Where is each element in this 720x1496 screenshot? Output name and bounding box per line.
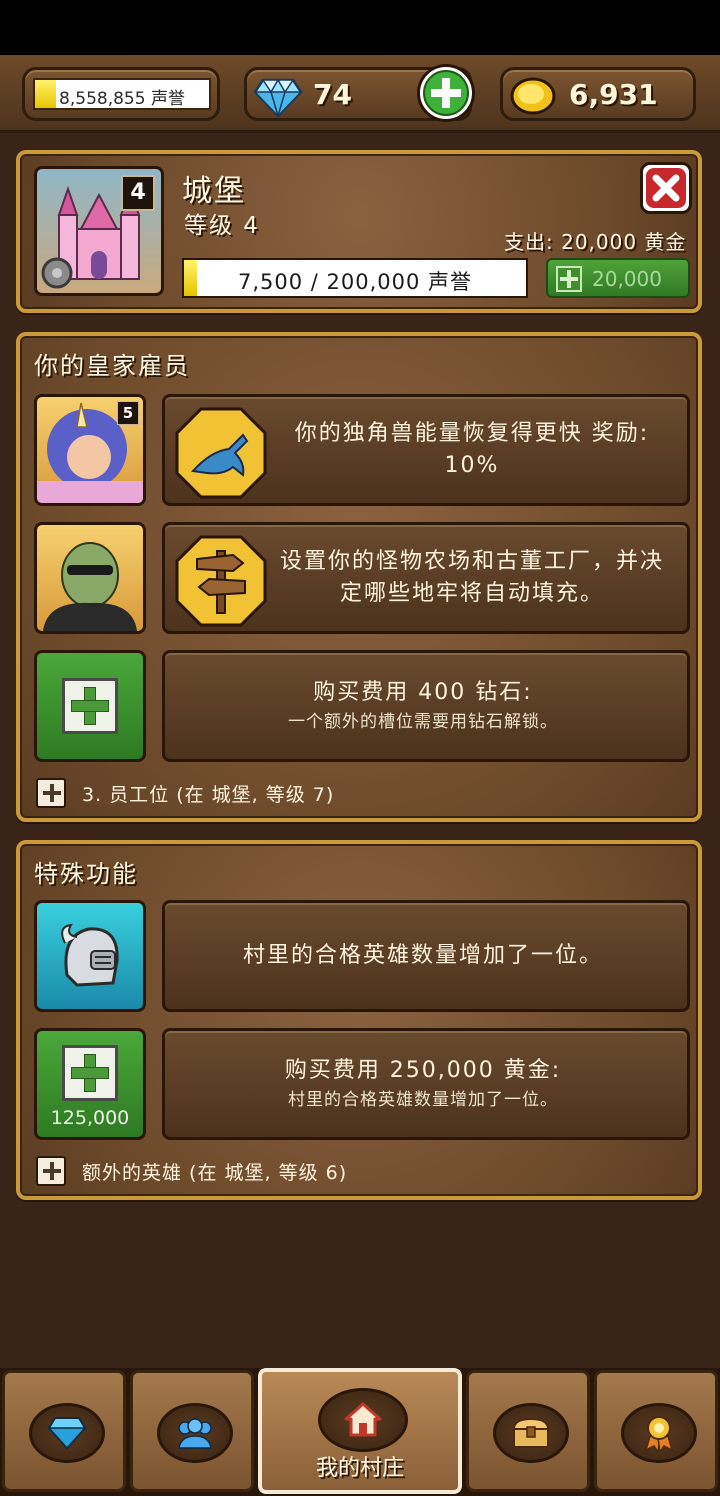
buy-slot-text: 购买费用 400 钻石: 一个额外的槽位需要用钻石解锁。 (177, 653, 669, 759)
plus-icon (62, 678, 118, 734)
section-title: 你的皇家雇员 (34, 352, 190, 380)
status-bar (0, 0, 720, 55)
gem-counter: 74 (244, 64, 475, 122)
nav-disc (621, 1403, 697, 1463)
nav-disc (493, 1403, 569, 1463)
hero-slot-price: 125,000 (50, 1107, 130, 1129)
section-title: 特殊功能 (34, 860, 138, 888)
home-icon (344, 1402, 382, 1437)
upgrade-button[interactable]: 20,000 (546, 258, 690, 298)
royal-staff-panel: 你的皇家雇员 5 你的独角兽能量恢复得更快 奖励: 10% 设置你的怪物农场和古… (16, 332, 702, 822)
knight-helmet-icon (61, 923, 119, 987)
nav-treasure[interactable] (466, 1370, 590, 1492)
nav-disc (318, 1388, 408, 1452)
reputation-progress-bar: 7,500 / 200,000 声誉 (182, 258, 528, 298)
castle-level-badge: 4 (121, 175, 155, 211)
buy-hero-subtitle: 村里的合格英雄数量增加了一位。 (288, 1090, 558, 1110)
buy-hero-text: 购买费用 250,000 黄金: 村里的合格英雄数量增加了一位。 (177, 1031, 669, 1137)
building-level: 等级 4 (184, 213, 260, 239)
perk-card-automation: 设置你的怪物农场和古董工厂，并决定哪些地牢将自动填充。 (162, 522, 690, 634)
plus-icon (556, 266, 582, 292)
buy-hero-title: 购买费用 250,000 黄金: (284, 1058, 562, 1083)
add-staff-slot-button[interactable] (34, 650, 146, 762)
staff-slot-info-text: 3. 员工位 (在 城堡, 等级 7) (82, 783, 335, 806)
gold-counter: 6,931 (500, 67, 696, 121)
staff-portrait-orc[interactable] (34, 522, 146, 634)
diamond-icon (253, 78, 303, 118)
gem-shop-icon (47, 1417, 87, 1450)
plus-icon (423, 70, 469, 116)
upgrade-price: 20,000 (592, 267, 662, 291)
staff-portrait-unicorn-girl[interactable]: 5 (34, 394, 146, 506)
nav-achievements[interactable] (594, 1370, 718, 1492)
reputation-value: 8,558,855 声誉 (59, 89, 185, 109)
buy-staff-slot-card[interactable]: 购买费用 400 钻石: 一个额外的槽位需要用钻石解锁。 (162, 650, 690, 762)
resource-bar: 8,558,855 声誉 74 6,931 (0, 55, 720, 133)
staff-portrait (43, 542, 137, 631)
buy-slot-title: 购买费用 400 钻石: (313, 680, 533, 705)
close-button[interactable] (640, 162, 692, 214)
special-functions-panel: 特殊功能 村里的合格英雄数量增加了一位。 125,000 购买费用 250,00… (16, 840, 702, 1200)
reputation-progress-text: 7,500 / 200,000 声誉 (237, 270, 473, 294)
perk-description: 你的独角兽能量恢复得更快 奖励: 10% (294, 421, 650, 478)
staff-slot-info[interactable]: 3. 员工位 (在 城堡, 等级 7) (36, 778, 334, 808)
buy-slot-subtitle: 一个额外的槽位需要用钻石解锁。 (288, 712, 558, 732)
castle-image: 4 (34, 166, 164, 296)
hero-slot-image (34, 900, 146, 1012)
hero-slot-card: 村里的合格英雄数量增加了一位。 (162, 900, 690, 1012)
gold-count: 6,931 (569, 78, 658, 111)
close-icon (646, 168, 686, 208)
expand-icon (36, 778, 66, 808)
perk-description: 设置你的怪物农场和古董工厂，并决定哪些地牢将自动填充。 (279, 549, 664, 606)
building-name: 城堡 (182, 174, 246, 209)
hero-slot-description: 村里的合格英雄数量增加了一位。 (242, 943, 603, 968)
upgrade-cost: 支出: 20,000 黄金 (504, 230, 687, 254)
unicorn-icon (175, 407, 267, 499)
extra-hero-info-text: 额外的英雄 (在 城堡, 等级 6) (82, 1161, 348, 1184)
nav-disc (157, 1403, 233, 1463)
perk-card-unicorn: 你的独角兽能量恢复得更快 奖励: 10% (162, 394, 690, 506)
extra-hero-info[interactable]: 额外的英雄 (在 城堡, 等级 6) (36, 1156, 347, 1186)
nav-shop[interactable] (2, 1370, 126, 1492)
nav-heroes[interactable] (130, 1370, 254, 1492)
gold-coin-icon (510, 77, 556, 115)
castle-panel: 4 城堡 等级 4 支出: 20,000 黄金 7,500 / 200,000 … (16, 150, 702, 313)
nav-my-village-label: 我的村庄 (315, 1456, 404, 1481)
bottom-navigation: 我的村庄 (0, 1368, 720, 1496)
signpost-icon (175, 535, 267, 627)
treasure-chest-icon (512, 1417, 550, 1448)
reputation-box: 8,558,855 声誉 (33, 78, 211, 110)
plus-icon (62, 1045, 118, 1101)
buy-hero-slot-button[interactable]: 125,000 (34, 1028, 146, 1140)
heroes-icon (178, 1418, 212, 1449)
gem-count: 74 (313, 78, 352, 111)
add-gems-button[interactable] (417, 64, 475, 122)
nav-my-village[interactable]: 我的村庄 (258, 1368, 462, 1494)
reputation-counter: 8,558,855 声誉 (22, 67, 220, 121)
medal-icon (644, 1416, 674, 1452)
expand-icon (36, 1156, 66, 1186)
staff-level-badge: 5 (117, 401, 139, 425)
buy-hero-slot-card[interactable]: 购买费用 250,000 黄金: 村里的合格英雄数量增加了一位。 (162, 1028, 690, 1140)
nav-disc (29, 1403, 105, 1463)
